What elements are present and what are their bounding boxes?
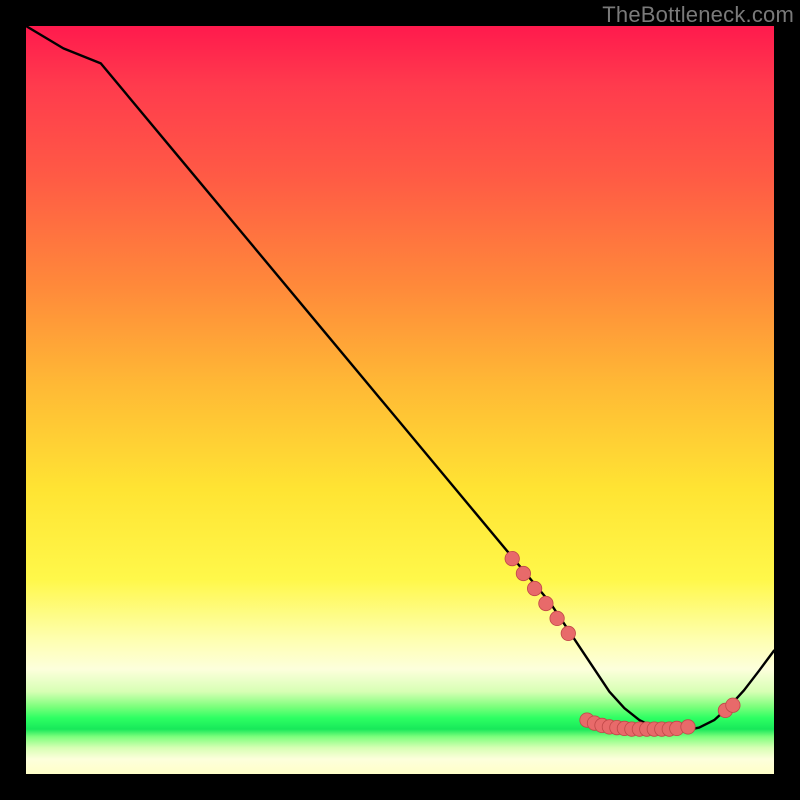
watermark-text: TheBottleneck.com	[602, 2, 794, 28]
curve-marker	[539, 596, 553, 610]
curve-markers	[505, 551, 740, 736]
curve-marker	[681, 720, 695, 734]
curve-marker	[561, 626, 575, 640]
curve-marker	[550, 611, 564, 625]
chart-plot-area	[26, 26, 774, 774]
curve-marker	[516, 566, 530, 580]
curve-marker	[527, 581, 541, 595]
chart-svg	[26, 26, 774, 774]
bottleneck-curve	[26, 26, 774, 731]
curve-marker	[505, 551, 519, 565]
chart-frame: TheBottleneck.com	[0, 0, 800, 800]
curve-marker	[726, 698, 740, 712]
